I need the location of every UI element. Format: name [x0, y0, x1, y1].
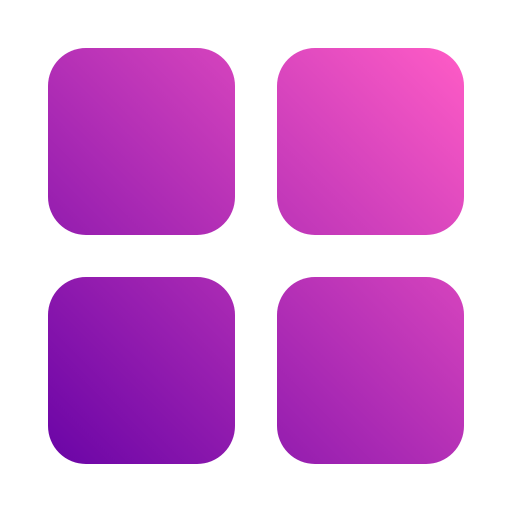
icon-canvas — [0, 0, 512, 512]
tile-bottom-left — [48, 277, 235, 464]
tile-top-right — [277, 48, 464, 235]
tile-bottom-right — [277, 277, 464, 464]
tile-top-left — [48, 48, 235, 235]
app-grid-icon — [48, 48, 464, 464]
